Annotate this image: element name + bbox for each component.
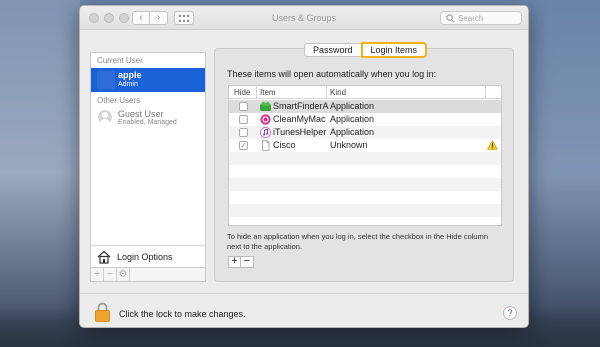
item-kind: Unknown xyxy=(330,140,368,150)
item-name: SmartFinderA xyxy=(273,101,329,111)
cleanmymac-app-icon xyxy=(260,114,271,125)
tab-bar: Password Login Items xyxy=(304,42,428,58)
title-bar: ‹ › Users & Groups Search xyxy=(80,6,528,30)
column-kind[interactable]: Kind xyxy=(330,88,346,97)
column-item[interactable]: Item xyxy=(260,88,276,97)
user-avatar-icon xyxy=(98,110,112,124)
search-field[interactable]: Search xyxy=(440,11,522,25)
search-icon xyxy=(446,13,455,22)
column-hide[interactable]: Hide xyxy=(234,88,250,97)
tab-login-items[interactable]: Login Items xyxy=(360,42,428,58)
item-name: iTunesHelper xyxy=(273,127,327,137)
table-row-empty xyxy=(229,178,501,191)
document-icon xyxy=(262,140,270,151)
user-role: Admin xyxy=(118,81,138,88)
sidebar-item-apple[interactable]: apple Admin xyxy=(91,68,205,92)
hide-checkbox[interactable] xyxy=(239,115,248,124)
login-items-table: Hide Item Kind SmartFinderA Application … xyxy=(228,85,502,226)
warning-icon xyxy=(487,140,498,150)
table-row-empty xyxy=(229,165,501,178)
itunes-helper-app-icon xyxy=(260,127,271,138)
desktop-background-left xyxy=(0,0,80,347)
item-name: CleanMyMac xyxy=(273,114,326,124)
item-kind: Application xyxy=(330,101,375,111)
current-user-header: Current User xyxy=(97,56,143,65)
item-kind: Application xyxy=(330,127,375,137)
sidebar-toolbar: + − ⚙ xyxy=(91,267,205,281)
table-row-empty xyxy=(229,204,501,217)
settings-gear-icon[interactable]: ⚙ xyxy=(117,268,130,281)
search-placeholder: Search xyxy=(458,13,484,23)
table-row-empty xyxy=(229,152,501,165)
lock-icon[interactable] xyxy=(95,302,110,322)
user-name: apple xyxy=(118,70,142,80)
footer-divider xyxy=(80,293,528,294)
avatar xyxy=(97,71,115,89)
users-sidebar: Current User apple Admin Other Users Gue… xyxy=(90,52,206,282)
table-row[interactable]: iTunesHelper Application xyxy=(229,126,501,139)
item-kind: Application xyxy=(330,114,375,124)
item-controls: + − xyxy=(228,256,254,268)
table-row[interactable]: CleanMyMac Application xyxy=(229,113,501,126)
table-header: Hide Item Kind xyxy=(229,86,501,99)
table-row[interactable]: ✓ Cisco Unknown xyxy=(229,139,501,152)
hide-hint-text: To hide an application when you log in, … xyxy=(227,232,488,251)
tab-password[interactable]: Password xyxy=(304,43,362,57)
hide-checkbox[interactable] xyxy=(239,102,248,111)
add-user-button[interactable]: + xyxy=(91,268,104,281)
add-item-button[interactable]: + xyxy=(228,256,241,268)
item-name: Cisco xyxy=(273,140,296,150)
help-button[interactable]: ? xyxy=(503,306,517,320)
sidebar-item-guest-user[interactable]: Guest User Enabled, Managed xyxy=(91,106,205,130)
table-row[interactable]: SmartFinderA Application xyxy=(229,100,501,113)
guest-name: Guest User xyxy=(118,109,164,119)
login-options-label: Login Options xyxy=(117,251,173,262)
remove-user-button[interactable]: − xyxy=(104,268,117,281)
remove-item-button[interactable]: − xyxy=(241,256,254,268)
hide-checkbox-checked[interactable]: ✓ xyxy=(239,141,248,150)
table-row-empty xyxy=(229,191,501,204)
house-icon xyxy=(97,250,111,264)
smartfinder-app-icon xyxy=(260,101,271,111)
login-options-item[interactable]: Login Options xyxy=(91,245,205,267)
lock-message: Click the lock to make changes. xyxy=(119,309,246,319)
users-groups-window: ‹ › Users & Groups Search Current User a… xyxy=(79,5,529,328)
desktop-background-right xyxy=(528,0,600,347)
guest-status: Enabled, Managed xyxy=(118,119,177,126)
hide-checkbox[interactable] xyxy=(239,128,248,137)
login-items-description: These items will open automatically when… xyxy=(227,69,437,79)
other-users-header: Other Users xyxy=(97,96,141,105)
